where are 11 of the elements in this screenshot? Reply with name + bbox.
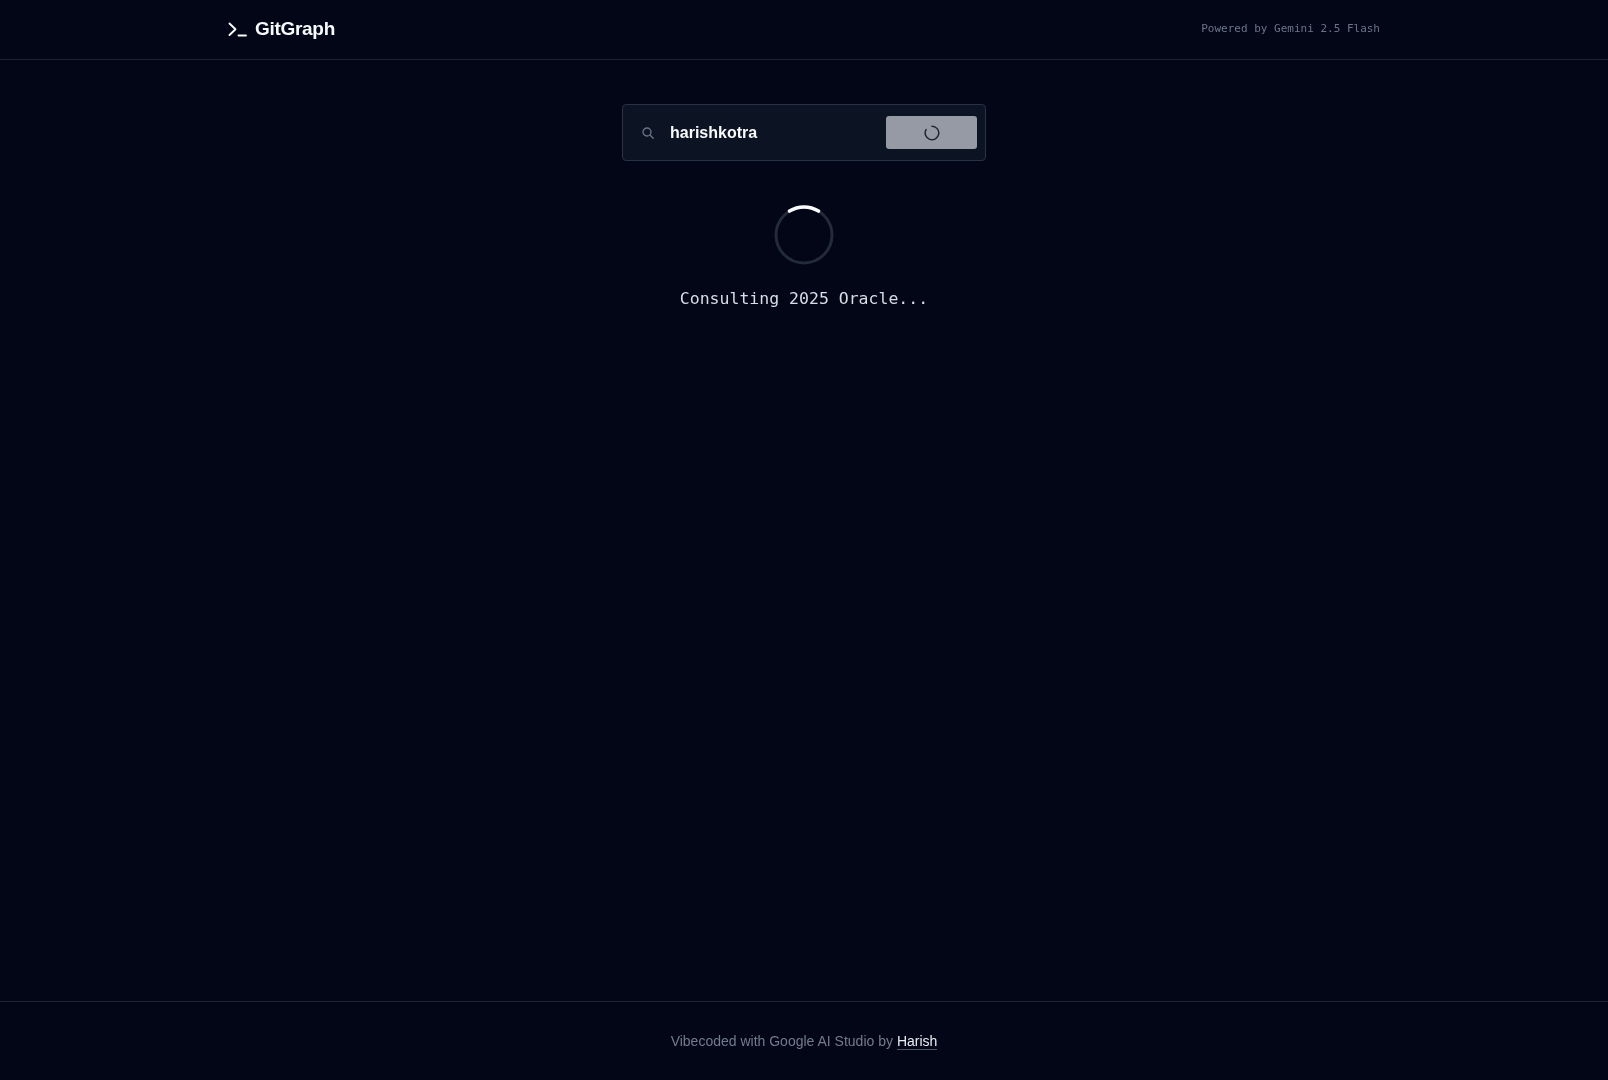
search-input[interactable]: harishkotra bbox=[670, 116, 876, 149]
search-icon bbox=[642, 126, 654, 139]
search-field[interactable]: harishkotra bbox=[622, 104, 986, 161]
loading-message: Consulting 2025 Oracle... bbox=[679, 288, 929, 310]
powered-by-text: Powered by Gemini 2.5 Flash bbox=[1201, 22, 1380, 37]
loading-spinner-icon bbox=[774, 205, 834, 265]
app-title: GitGraph bbox=[255, 18, 335, 41]
author-link[interactable]: Harish bbox=[896, 1032, 938, 1050]
footer-text: Vibecoded with Google AI Studio by Harish bbox=[670, 1031, 938, 1052]
terminal-prompt-icon bbox=[228, 22, 247, 37]
spinner-icon bbox=[923, 124, 940, 141]
